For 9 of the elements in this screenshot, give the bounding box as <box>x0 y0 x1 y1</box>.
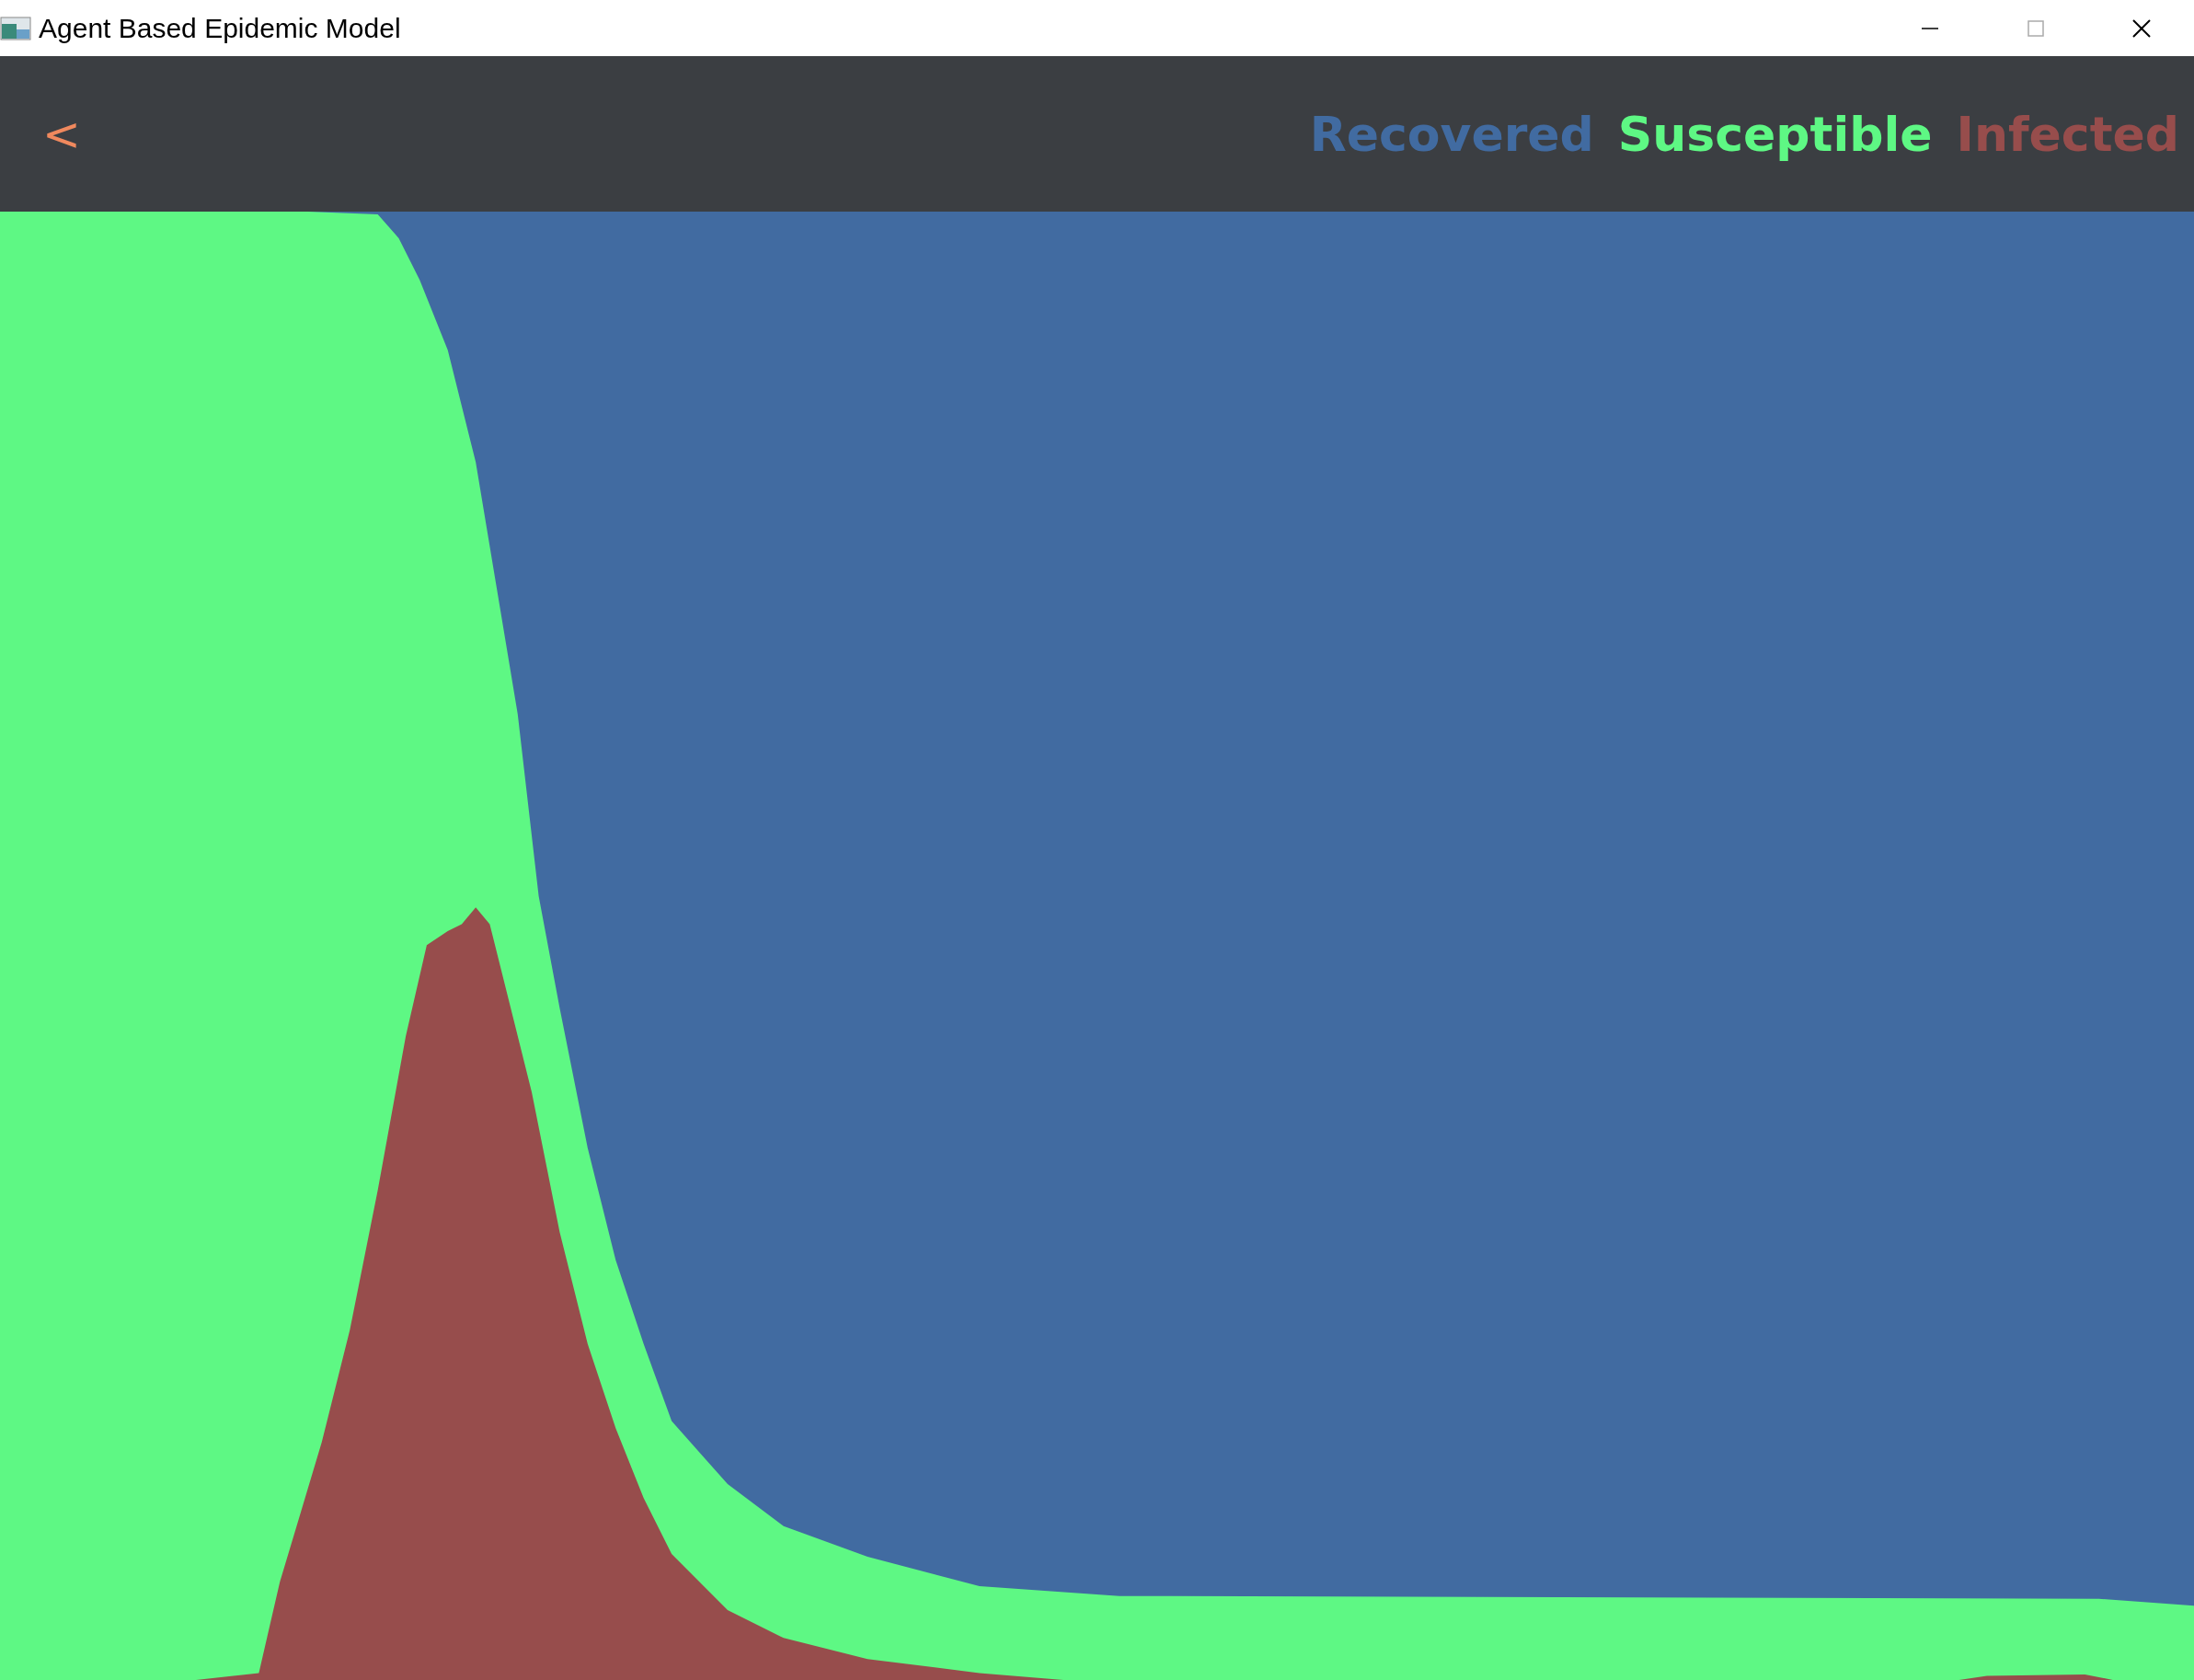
close-icon <box>2131 17 2152 39</box>
back-button[interactable]: < <box>42 107 81 161</box>
legend-label: Infected <box>1956 106 2179 162</box>
maximize-icon <box>2026 18 2045 38</box>
legend-label: Recovered <box>1309 106 1594 162</box>
window-title: Agent Based Epidemic Model <box>39 12 402 44</box>
minimize-icon <box>1921 27 1938 29</box>
legend-label: Susceptible <box>1617 106 1933 162</box>
app-icon <box>0 16 31 40</box>
